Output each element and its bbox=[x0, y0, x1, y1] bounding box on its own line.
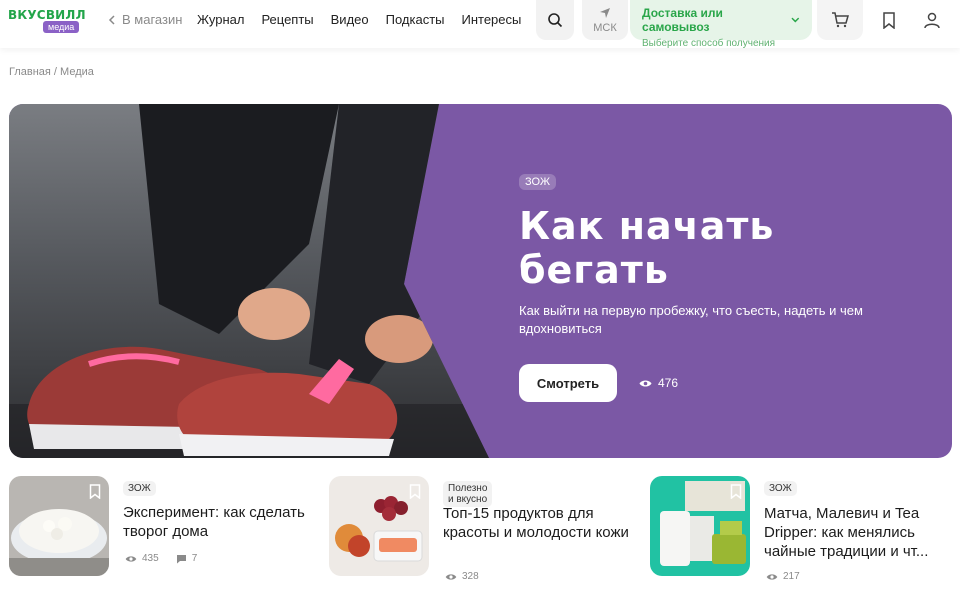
main-nav: Журнал Рецепты Видео Подкасты Интересы bbox=[197, 12, 538, 27]
hero-title: Как начать бегать bbox=[519, 204, 919, 292]
search-icon bbox=[548, 13, 563, 28]
card-title[interactable]: Матча, Малевич и Tea Dripper: как меняли… bbox=[764, 504, 960, 561]
hero-views-count: 476 bbox=[658, 376, 679, 390]
card-views: 217 bbox=[783, 571, 800, 582]
card-meta: 328 bbox=[445, 571, 479, 582]
hero-tag[interactable]: ЗОЖ bbox=[519, 174, 556, 190]
cart-icon bbox=[832, 12, 849, 28]
logo[interactable]: ВКУСВИЛЛ медиа bbox=[8, 8, 86, 34]
logo-badge: медиа bbox=[43, 21, 80, 33]
bookmark-icon bbox=[883, 11, 895, 29]
user-icon bbox=[924, 12, 940, 28]
hero-subtitle: Как выйти на первую пробежку, что съесть… bbox=[519, 303, 863, 336]
card-views: 435 bbox=[142, 553, 159, 564]
comment-icon bbox=[176, 554, 186, 563]
card-title[interactable]: Топ-15 продуктов для красоты и молодости… bbox=[443, 504, 633, 542]
tea-traditions-image bbox=[650, 476, 750, 576]
beauty-foods-image bbox=[329, 476, 429, 576]
cottage-cheese-image bbox=[9, 476, 109, 576]
favorites-button[interactable] bbox=[870, 0, 908, 40]
back-to-shop-label: В магазин bbox=[122, 12, 183, 27]
hero-title-line-1: Как начать bbox=[519, 204, 775, 248]
eye-icon bbox=[445, 573, 457, 580]
bookmark-icon[interactable] bbox=[89, 484, 101, 499]
hero-views: 476 bbox=[639, 376, 678, 390]
card-views: 328 bbox=[462, 571, 479, 582]
city-label: МСК bbox=[593, 21, 617, 34]
chevron-down-icon bbox=[791, 17, 800, 23]
nav-item-video[interactable]: Видео bbox=[331, 12, 369, 27]
card-tag[interactable]: ЗОЖ bbox=[764, 481, 797, 496]
card-meta: 217 bbox=[766, 571, 800, 582]
card-title[interactable]: Эксперимент: как сделать творог дома bbox=[123, 503, 313, 541]
location-arrow-icon bbox=[600, 7, 610, 18]
card-comments: 7 bbox=[191, 553, 198, 564]
hero-running-shoes-image bbox=[9, 104, 489, 458]
hero-content: ЗОЖ Как начать бегать Как выйти на перву… bbox=[519, 172, 919, 402]
watch-button[interactable]: Смотреть bbox=[519, 364, 617, 402]
search-button[interactable] bbox=[536, 0, 574, 40]
chevron-left-icon bbox=[108, 14, 115, 25]
bookmark-icon[interactable] bbox=[409, 484, 421, 499]
card-meta: 435 7 bbox=[125, 553, 197, 564]
delivery-selector[interactable]: Доставка или самовывоз Выберите способ п… bbox=[630, 0, 812, 49]
nav-item-recipes[interactable]: Рецепты bbox=[261, 12, 313, 27]
bookmark-icon[interactable] bbox=[730, 484, 742, 499]
eye-icon bbox=[766, 573, 778, 580]
eye-icon bbox=[125, 555, 137, 562]
card-tag[interactable]: ЗОЖ bbox=[123, 481, 156, 496]
hero-title-line-2: бегать bbox=[519, 248, 669, 292]
delivery-title: Доставка или самовывоз bbox=[642, 6, 723, 34]
delivery-subtitle: Выберите способ получения bbox=[642, 38, 776, 49]
cart-button[interactable] bbox=[817, 0, 863, 40]
breadcrumb[interactable]: Главная / Медиа bbox=[9, 66, 94, 78]
back-to-shop-link[interactable]: В магазин bbox=[108, 12, 182, 27]
eye-icon bbox=[639, 380, 652, 386]
site-header: ВКУСВИЛЛ медиа В магазин Журнал Рецепты … bbox=[0, 0, 960, 49]
nav-item-journal[interactable]: Журнал bbox=[197, 12, 244, 27]
city-selector[interactable]: МСК bbox=[582, 0, 628, 40]
profile-button[interactable] bbox=[914, 0, 950, 40]
hero-banner[interactable]: ЗОЖ Как начать бегать Как выйти на перву… bbox=[9, 104, 952, 458]
nav-item-podcasts[interactable]: Подкасты bbox=[386, 12, 445, 27]
logo-text: ВКУСВИЛЛ bbox=[8, 8, 86, 22]
nav-item-interests[interactable]: Интересы bbox=[462, 12, 522, 27]
